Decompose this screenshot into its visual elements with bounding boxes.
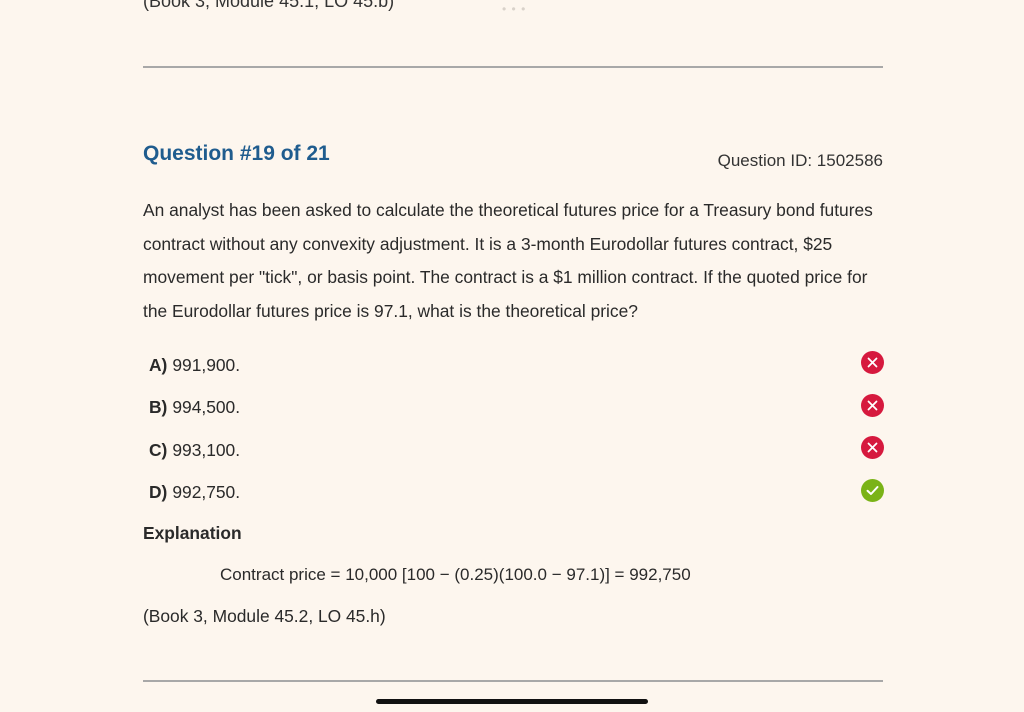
option-letter: C) [149, 439, 168, 460]
x-circle-icon [861, 351, 884, 374]
x-circle-icon [861, 393, 884, 417]
check-circle-icon [861, 478, 884, 502]
previous-question-reference: (Book 3, Module 45.1, LO 45.b) [143, 0, 395, 11]
option-letter: D) [149, 482, 168, 503]
x-circle-icon [861, 436, 884, 459]
answer-option-d[interactable]: D) 992,750. [149, 472, 884, 515]
page-handle-dots: • • • [502, 2, 527, 16]
explanation-formula: Contract price = 10,000 [100 − (0.25)(10… [220, 565, 691, 584]
explanation-heading: Explanation [143, 523, 242, 543]
option-text: 994,500. [172, 397, 241, 418]
explanation-reference: (Book 3, Module 45.2, LO 45.h) [143, 606, 386, 626]
home-indicator[interactable] [376, 699, 648, 704]
option-letter: A) [149, 354, 168, 375]
question-id: Question ID: 1502586 [717, 151, 883, 170]
option-text: 992,750. [172, 482, 241, 503]
top-divider [143, 66, 883, 68]
question-text: An analyst has been asked to calculate t… [143, 200, 873, 322]
question-title: Question #19 of 21 [143, 142, 330, 165]
answer-options: A) 991,900. B) 994,500. C) 993,100. D) 9… [149, 344, 884, 514]
option-letter: B) [149, 397, 168, 418]
answer-option-b[interactable]: B) 994,500. [149, 387, 884, 430]
answer-option-c[interactable]: C) 993,100. [149, 429, 884, 472]
option-text: 993,100. [172, 439, 241, 460]
option-text: 991,900. [172, 354, 241, 375]
bottom-divider [143, 680, 883, 682]
answer-option-a[interactable]: A) 991,900. [149, 344, 884, 387]
